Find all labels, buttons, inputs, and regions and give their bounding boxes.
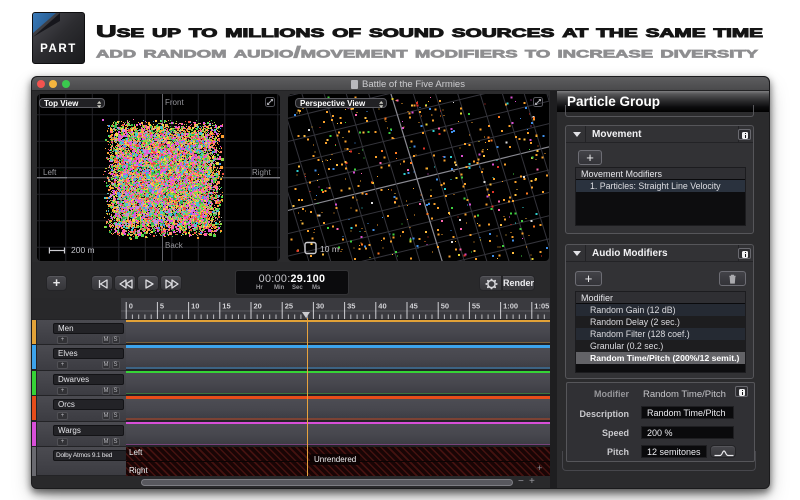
svg-text:20: 20	[254, 302, 262, 311]
svg-text:200 m: 200 m	[71, 245, 95, 255]
svg-text:30: 30	[316, 302, 324, 311]
svg-text:50: 50	[441, 302, 449, 311]
svg-text:35: 35	[347, 302, 355, 311]
svg-text:1:05: 1:05	[534, 302, 549, 311]
svg-text:45: 45	[410, 302, 418, 311]
svg-text:Use up to millions of sound so: Use up to millions of sound sources at t…	[96, 23, 763, 41]
svg-text:1:00: 1:00	[503, 302, 518, 311]
svg-text:15: 15	[222, 302, 230, 311]
svg-text:10: 10	[191, 302, 199, 311]
svg-text:add random audio/movement modi: add random audio/movement modifiers to i…	[96, 45, 759, 62]
svg-text:5: 5	[160, 302, 164, 311]
svg-text:55: 55	[472, 302, 480, 311]
svg-text:0: 0	[129, 302, 133, 311]
svg-text:10 m: 10 m	[320, 244, 339, 254]
svg-text:25: 25	[285, 302, 293, 311]
svg-text:40: 40	[378, 302, 386, 311]
